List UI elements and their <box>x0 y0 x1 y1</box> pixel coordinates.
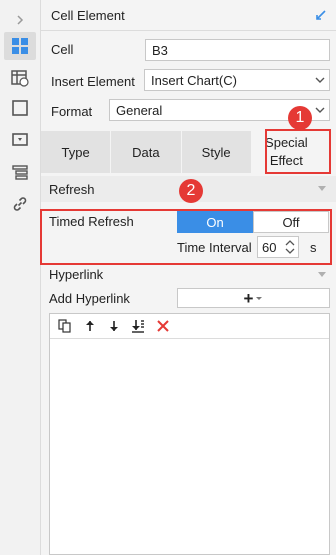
timed-refresh-label: Timed Refresh <box>49 214 134 229</box>
add-hyperlink-label: Add Hyperlink <box>49 291 130 306</box>
delete-icon[interactable] <box>156 319 170 333</box>
time-interval-unit: s <box>310 240 317 255</box>
insert-element-select[interactable]: Insert Chart(C) <box>144 69 312 91</box>
insert-element-label: Insert Element <box>51 74 135 89</box>
panel-header: Cell Element <box>41 0 336 31</box>
add-hyperlink-button[interactable]: + <box>177 288 330 308</box>
chevron-down-icon <box>315 107 324 113</box>
time-interval-stepper[interactable]: 60 <box>257 236 299 258</box>
move-bottom-icon[interactable] <box>131 319 145 333</box>
plus-icon: + <box>243 288 254 308</box>
format-dropdown[interactable] <box>310 99 330 121</box>
format-label: Format <box>51 104 93 119</box>
tab-style[interactable]: Style <box>182 131 252 173</box>
stepper-arrows-icon[interactable] <box>284 238 296 256</box>
panel-title: Cell Element <box>51 8 125 23</box>
cell-label: Cell <box>51 42 74 57</box>
cell-attribute-icon[interactable] <box>8 66 32 90</box>
expand-arrow-icon[interactable] <box>8 8 32 32</box>
widget-icon[interactable] <box>8 96 32 120</box>
move-up-icon[interactable] <box>83 319 97 333</box>
format-select[interactable]: General <box>109 99 312 121</box>
property-tabs: Type Data Style Special Effect <box>41 131 321 173</box>
tab-special-effect[interactable]: Special Effect <box>251 131 321 173</box>
hyperlink-section-title: Hyperlink <box>49 267 104 282</box>
hyperlink-section-header[interactable]: Hyperlink <box>41 266 336 284</box>
cell-input[interactable]: B3 <box>145 39 330 61</box>
icon-rail <box>0 0 41 555</box>
chevron-down-icon <box>256 296 263 300</box>
cell-element-panel: Cell Element Cell B3 Insert Element Inse… <box>40 0 336 555</box>
link-icon[interactable] <box>8 192 32 216</box>
tab-type[interactable]: Type <box>41 131 112 173</box>
timed-refresh-off-button[interactable]: Off <box>253 211 329 233</box>
hyperlink-toolbar <box>50 314 329 339</box>
condition-icon[interactable] <box>8 160 32 184</box>
caret-down-icon <box>318 272 326 277</box>
form-icon[interactable] <box>8 128 32 152</box>
timed-refresh-on-button[interactable]: On <box>177 211 253 233</box>
chevron-down-icon <box>315 77 324 83</box>
hyperlink-list[interactable] <box>49 313 330 555</box>
tab-data[interactable]: Data <box>111 131 182 173</box>
copy-icon[interactable] <box>58 319 72 333</box>
collapse-icon[interactable] <box>314 8 328 22</box>
move-down-icon[interactable] <box>107 319 121 333</box>
callout-two: 2 <box>179 179 203 203</box>
callout-one: 1 <box>288 106 312 130</box>
time-interval-value: 60 <box>262 240 277 255</box>
caret-down-icon <box>318 186 326 191</box>
insert-element-dropdown[interactable] <box>310 69 330 91</box>
refresh-section-title: Refresh <box>49 182 95 197</box>
cell-element-icon[interactable] <box>4 32 36 60</box>
tab-special-effect-label: Special Effect <box>265 135 308 168</box>
time-interval-label: Time Interval <box>177 240 252 255</box>
